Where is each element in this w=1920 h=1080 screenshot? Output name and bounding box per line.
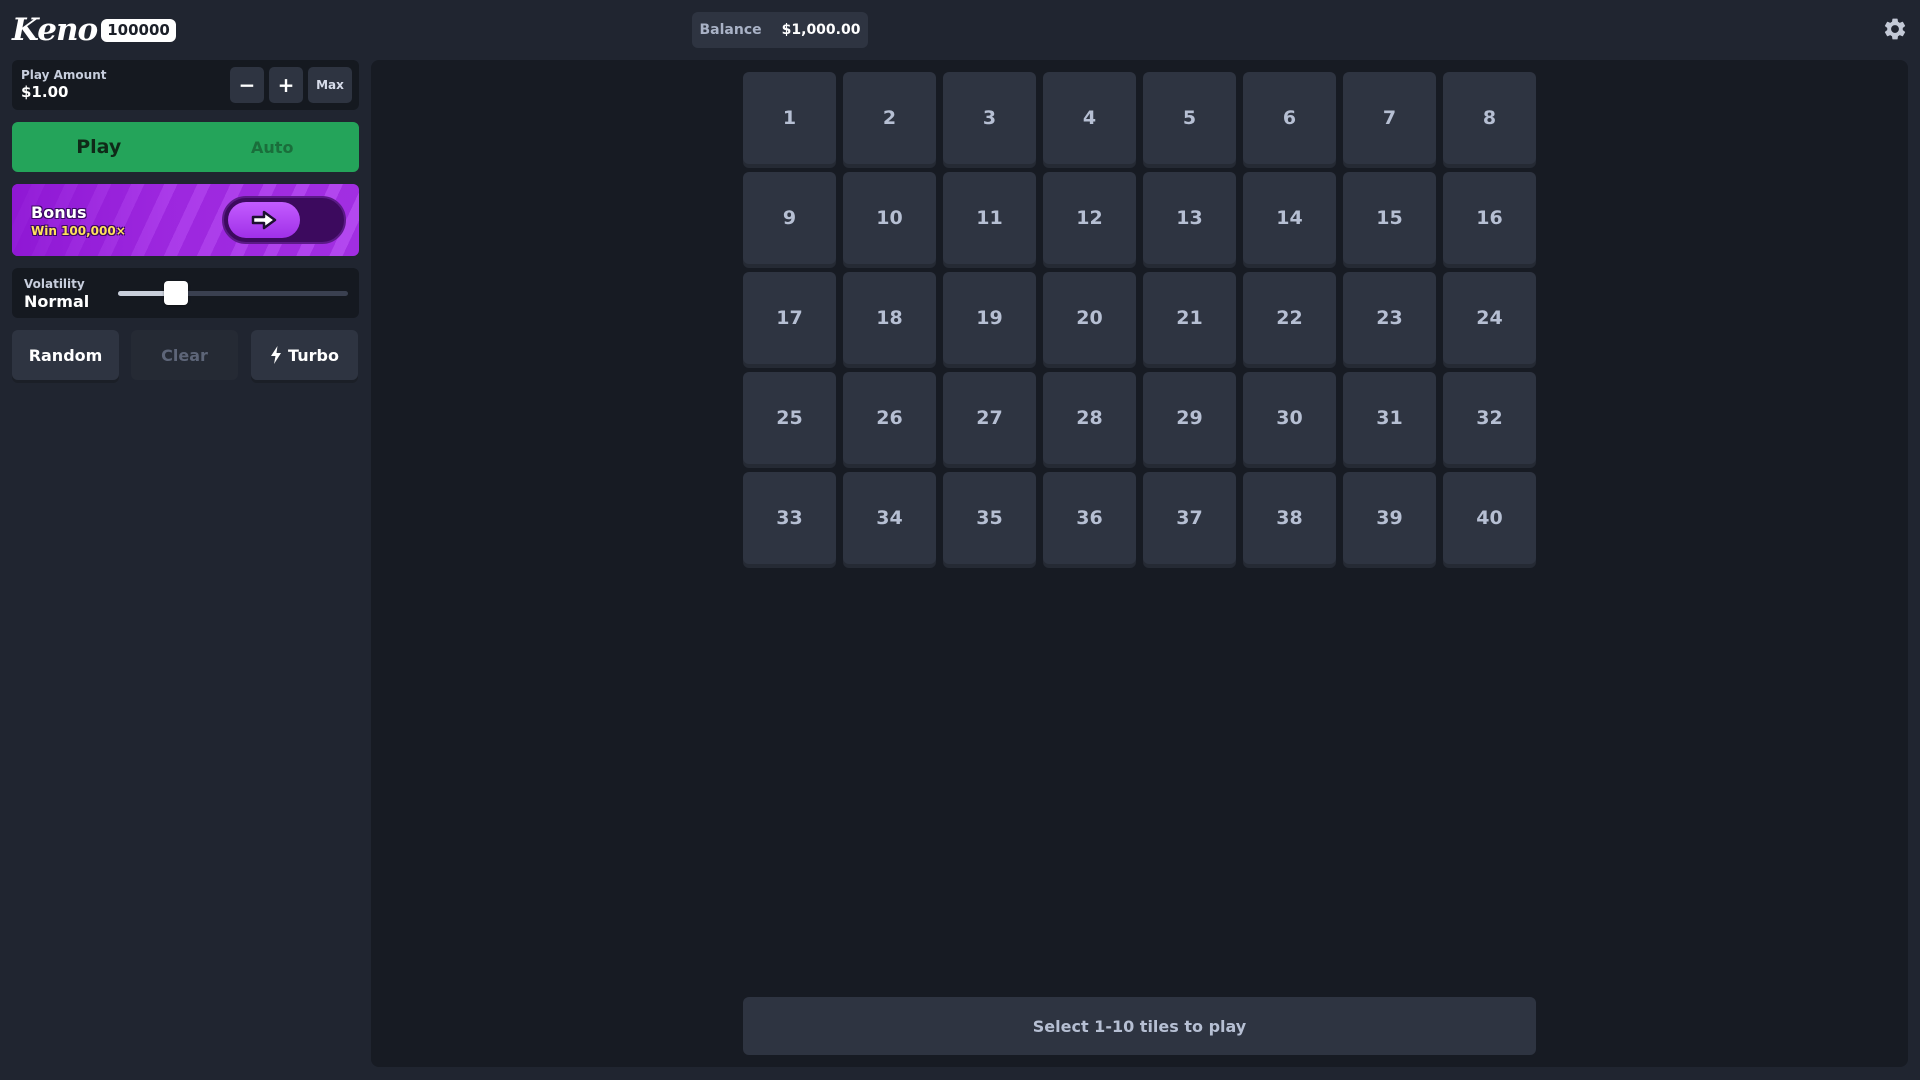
clear-label: Clear (161, 345, 208, 365)
keno-tile[interactable]: 20 (1043, 272, 1136, 364)
balance-value: $1,000.00 (781, 22, 861, 38)
status-message: Select 1-10 tiles to play (743, 997, 1536, 1055)
keno-tile[interactable]: 2 (843, 72, 936, 164)
keno-tile[interactable]: 8 (1443, 72, 1536, 164)
keno-tile[interactable]: 28 (1043, 372, 1136, 464)
bonus-title: Bonus (31, 203, 87, 222)
keno-tile[interactable]: 13 (1143, 172, 1236, 264)
keno-tile[interactable]: 17 (743, 272, 836, 364)
clear-button[interactable]: Clear (131, 330, 238, 380)
play-amount-value[interactable]: $1.00 (21, 83, 68, 101)
play-amount-panel: Play Amount $1.00 − + Max (12, 60, 359, 110)
keno-tile[interactable]: 27 (943, 372, 1036, 464)
keno-tile[interactable]: 15 (1343, 172, 1436, 264)
keno-tile[interactable]: 4 (1043, 72, 1136, 164)
keno-tile[interactable]: 30 (1243, 372, 1336, 464)
keno-tile[interactable]: 29 (1143, 372, 1236, 464)
gear-icon[interactable] (1882, 16, 1908, 42)
keno-tile[interactable]: 40 (1443, 472, 1536, 564)
keno-tile[interactable]: 5 (1143, 72, 1236, 164)
keno-tile[interactable]: 7 (1343, 72, 1436, 164)
balance-display: Balance $1,000.00 (692, 12, 868, 48)
bonus-panel: Bonus Win 100,000× (12, 184, 359, 256)
max-amount-button[interactable]: Max (308, 67, 352, 103)
keno-tile[interactable]: 6 (1243, 72, 1336, 164)
keno-tile[interactable]: 22 (1243, 272, 1336, 364)
bonus-toggle-knob[interactable] (228, 202, 300, 238)
random-button[interactable]: Random (12, 330, 119, 380)
play-button[interactable]: Play (12, 122, 186, 172)
keno-tile[interactable]: 19 (943, 272, 1036, 364)
keno-tile[interactable]: 37 (1143, 472, 1236, 564)
arrow-right-icon (251, 210, 277, 230)
keno-tile[interactable]: 16 (1443, 172, 1536, 264)
keno-tile[interactable]: 31 (1343, 372, 1436, 464)
keno-tile[interactable]: 24 (1443, 272, 1536, 364)
keno-tile[interactable]: 26 (843, 372, 936, 464)
turbo-label: Turbo (288, 345, 339, 365)
increase-amount-button[interactable]: + (269, 67, 303, 103)
play-amount-label: Play Amount (21, 68, 107, 82)
keno-tile[interactable]: 9 (743, 172, 836, 264)
keno-tile[interactable]: 10 (843, 172, 936, 264)
tile-grid: 1 2 3 4 5 6 7 8 9 10 11 12 13 14 15 16 17 18 19 20 21 22 23 24 2… (743, 72, 1536, 564)
keno-tile[interactable]: 32 (1443, 372, 1536, 464)
keno-tile[interactable]: 12 (1043, 172, 1136, 264)
volatility-slider-thumb[interactable] (163, 281, 188, 305)
volatility-slider-track[interactable] (118, 291, 348, 296)
play-mode-bar: Play Auto (12, 122, 359, 172)
turbo-button[interactable]: Turbo (251, 330, 358, 380)
keno-tile[interactable]: 21 (1143, 272, 1236, 364)
keno-tile[interactable]: 36 (1043, 472, 1136, 564)
volatility-value: Normal (24, 292, 90, 311)
lightning-icon (271, 346, 282, 364)
volatility-label: Volatility (24, 277, 85, 291)
balance-label: Balance (699, 22, 762, 38)
random-label: Random (28, 345, 103, 365)
keno-tile[interactable]: 33 (743, 472, 836, 564)
keno-tile[interactable]: 1 (743, 72, 836, 164)
logo-badge: 100000 (101, 18, 176, 42)
keno-tile[interactable]: 11 (943, 172, 1036, 264)
keno-tile[interactable]: 25 (743, 372, 836, 464)
bonus-toggle[interactable] (222, 196, 346, 244)
keno-board: 1 2 3 4 5 6 7 8 9 10 11 12 13 14 15 16 17 18 19 20 21 22 23 24 2… (371, 60, 1908, 1067)
keno-tile[interactable]: 39 (1343, 472, 1436, 564)
keno-tile[interactable]: 18 (843, 272, 936, 364)
keno-tile[interactable]: 3 (943, 72, 1036, 164)
keno-tile[interactable]: 14 (1243, 172, 1336, 264)
volatility-panel: Volatility Normal (12, 268, 359, 318)
keno-tile[interactable]: 35 (943, 472, 1036, 564)
keno-tile[interactable]: 38 (1243, 472, 1336, 564)
keno-tile[interactable]: 34 (843, 472, 936, 564)
logo-word: Keno (12, 12, 98, 48)
auto-tab[interactable]: Auto (186, 122, 360, 172)
keno-tile[interactable]: 23 (1343, 272, 1436, 364)
decrease-amount-button[interactable]: − (230, 67, 264, 103)
logo: Keno 100000 (12, 10, 176, 50)
bonus-subtitle: Win 100,000× (31, 224, 126, 238)
